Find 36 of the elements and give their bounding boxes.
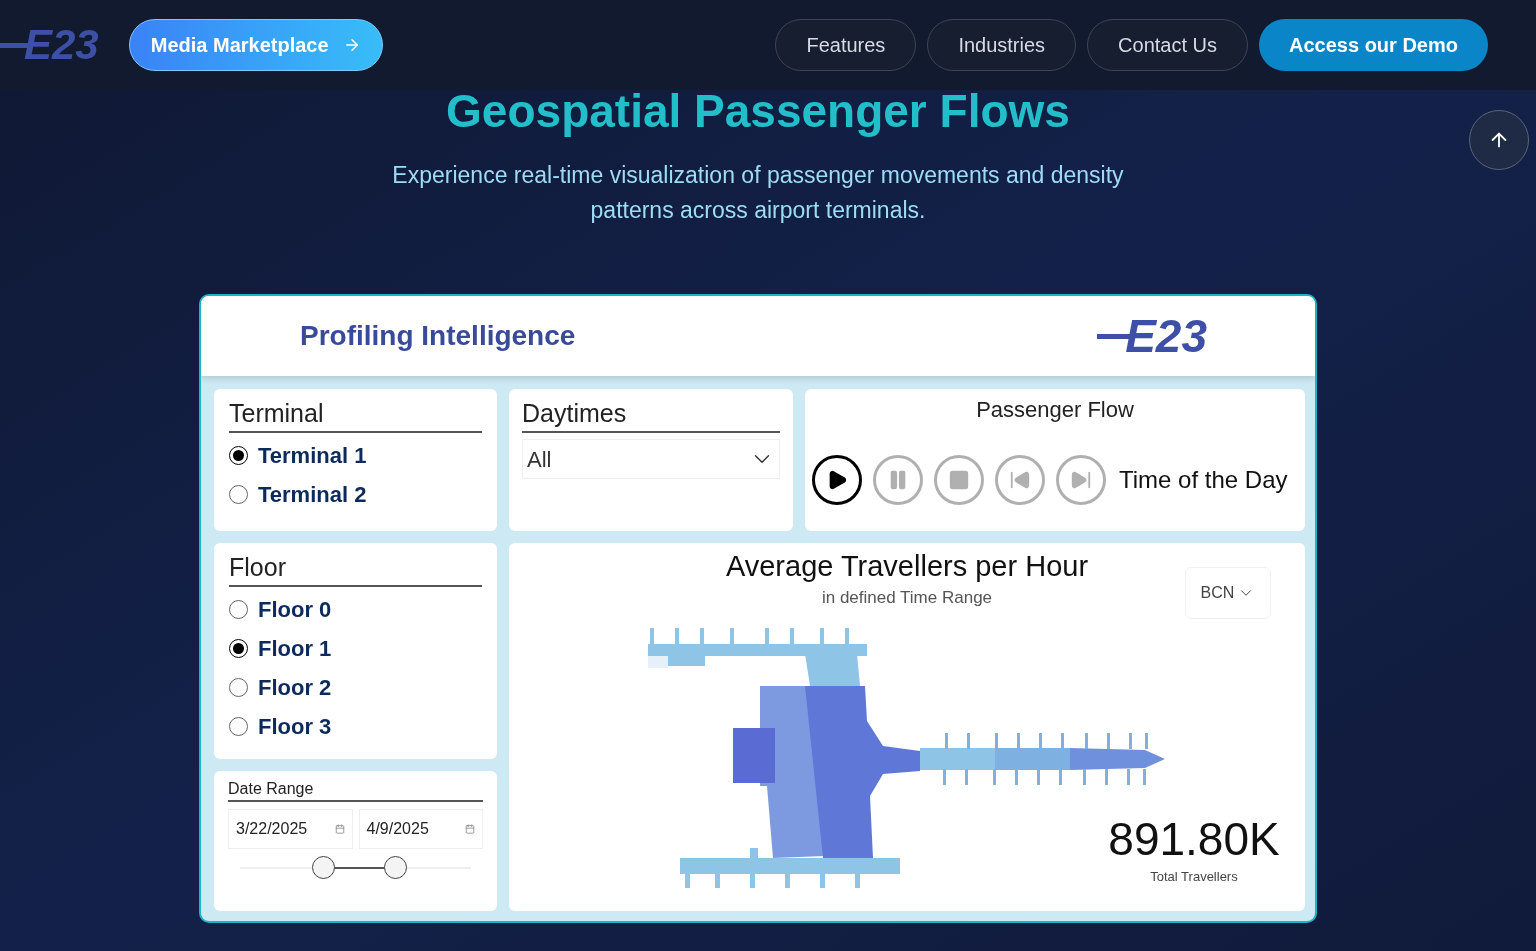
skip-forward-icon: [1070, 469, 1092, 491]
play-button[interactable]: [812, 455, 862, 505]
nav-link[interactable]: Contact Us: [1087, 19, 1249, 71]
slider-thumb[interactable]: [312, 856, 336, 879]
calendar-icon: [334, 824, 345, 834]
total-label: Total Travellers: [1149, 868, 1239, 886]
panel-heading: Daytimes: [522, 395, 780, 433]
demo-button[interactable]: Access our Demo: [1259, 19, 1488, 71]
nav-link[interactable]: Features: [775, 19, 917, 71]
page-subtitle: Experience real-time visualization of passenger movements and density patterns across airport terminals.: [391, 161, 1125, 225]
panel-heading: Terminal: [229, 395, 482, 433]
date-field[interactable]: 4/9/2025: [358, 809, 483, 849]
slider-thumb[interactable]: [383, 856, 407, 879]
option-label[interactable]: Floor 2: [258, 671, 332, 704]
option-label[interactable]: Terminal 1: [258, 439, 367, 472]
option-label[interactable]: Floor 0: [258, 593, 332, 626]
panel-heading: Floor: [229, 549, 482, 587]
option-label[interactable]: Terminal 2: [258, 478, 367, 511]
dashboard-title: Profiling Intelligence: [300, 319, 576, 353]
total-value: 891.80K: [1107, 812, 1281, 867]
date-field[interactable]: 3/22/2025: [228, 809, 353, 849]
option-label[interactable]: Floor 3: [258, 710, 332, 743]
airport-dropdown[interactable]: BCN: [1185, 567, 1271, 619]
calendar-icon: [465, 824, 475, 834]
nav-link[interactable]: Industries: [927, 19, 1077, 71]
daytimes-dropdown[interactable]: All: [522, 439, 780, 479]
skip-back-icon: [1009, 469, 1031, 491]
chart-title: Average Travellers per Hour: [725, 549, 1089, 584]
time-label: Time of the Day: [1119, 465, 1288, 495]
page-title: Geospatial Passenger Flows: [446, 84, 1070, 138]
panel-heading: Passenger Flow: [975, 396, 1135, 424]
chart-subtitle: in defined Time Range: [821, 587, 993, 609]
option-label[interactable]: Floor 1: [258, 632, 332, 665]
logo[interactable]: E23: [1097, 313, 1207, 359]
stop-icon: [948, 469, 970, 491]
panel-heading: Date Range: [228, 778, 483, 802]
